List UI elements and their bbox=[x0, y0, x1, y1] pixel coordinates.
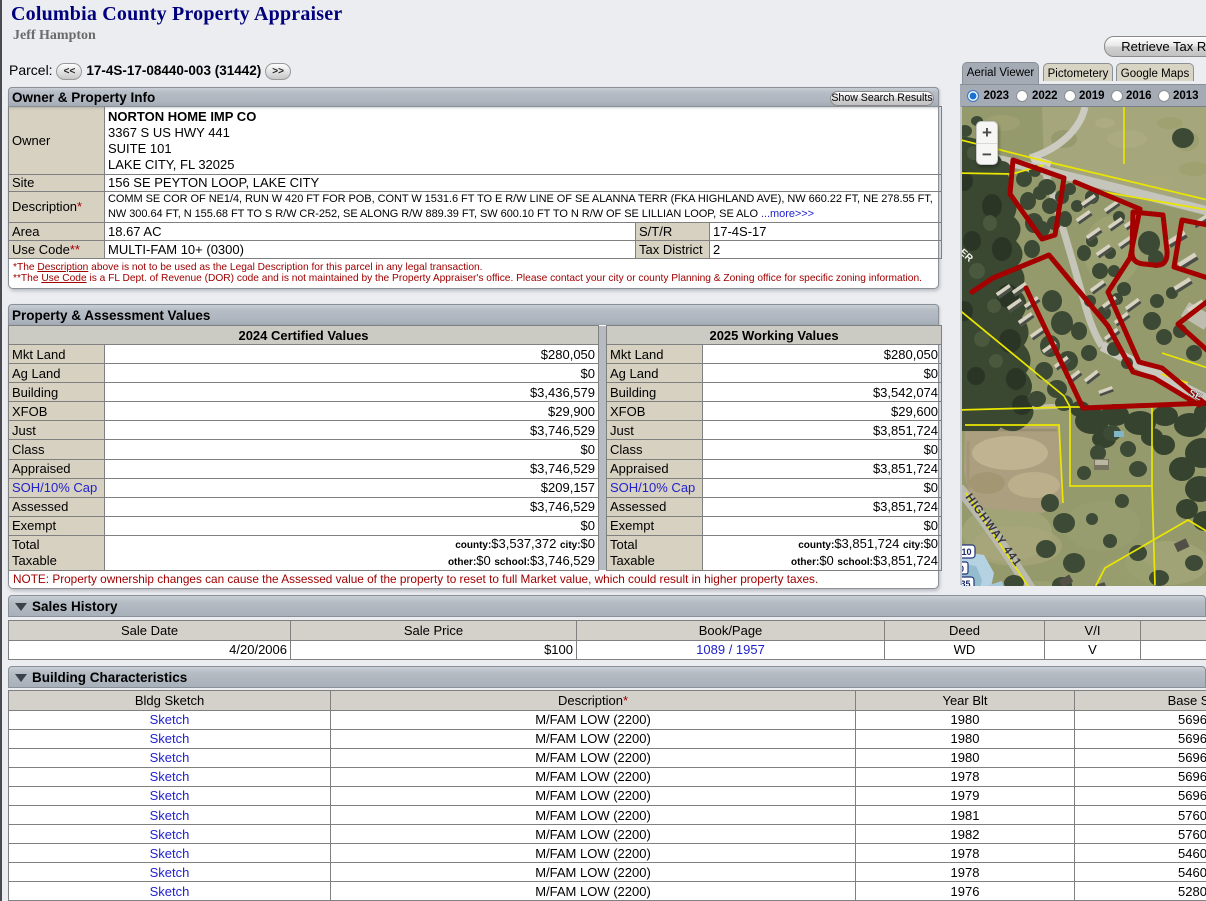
svg-text:35: 35 bbox=[962, 579, 971, 586]
svg-text:10: 10 bbox=[962, 547, 972, 557]
svg-text:0: 0 bbox=[962, 564, 964, 574]
